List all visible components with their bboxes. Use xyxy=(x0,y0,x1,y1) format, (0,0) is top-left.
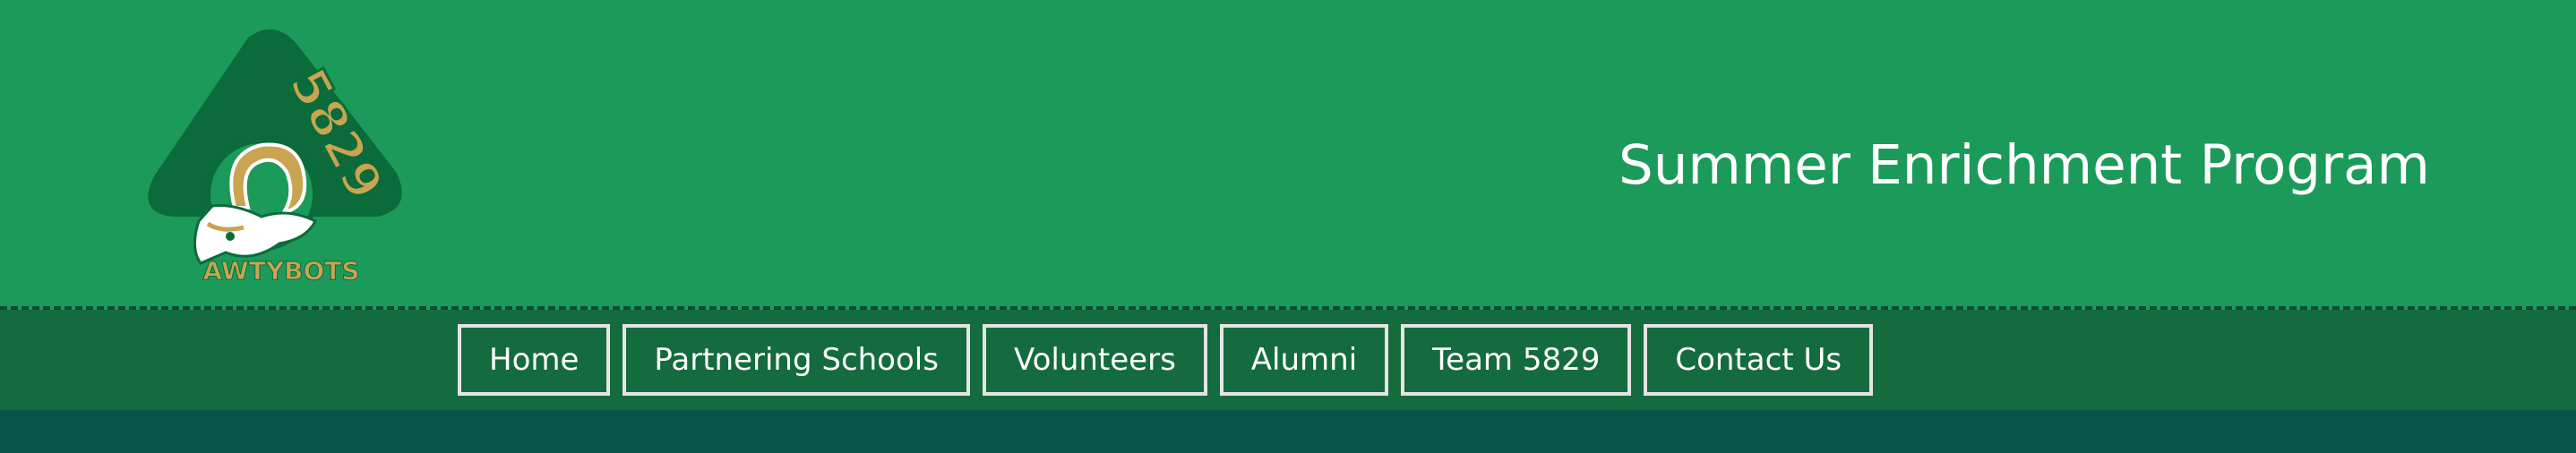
ram-mascot-logo-icon: 5829 AWTYBOTS xyxy=(148,29,402,286)
logo-team-name: AWTYBOTS xyxy=(202,256,359,286)
nav-item-alumni[interactable]: Alumni xyxy=(1219,324,1389,396)
nav-list: Home Partnering Schools Volunteers Alumn… xyxy=(458,324,1874,396)
nav-item-home[interactable]: Home xyxy=(458,324,611,396)
main-navigation: Home Partnering Schools Volunteers Alumn… xyxy=(0,310,2576,410)
content-band xyxy=(0,410,2576,453)
site-header: 5829 AWTYBOTS Summer Enrichment Program xyxy=(0,0,2576,306)
page-title: Summer Enrichment Program xyxy=(1619,133,2430,197)
nav-item-volunteers[interactable]: Volunteers xyxy=(982,324,1207,396)
team-logo[interactable]: 5829 AWTYBOTS xyxy=(136,29,414,297)
nav-item-team-5829[interactable]: Team 5829 xyxy=(1401,324,1632,396)
nav-item-contact-us[interactable]: Contact Us xyxy=(1644,324,1874,396)
nav-item-partnering-schools[interactable]: Partnering Schools xyxy=(623,324,970,396)
